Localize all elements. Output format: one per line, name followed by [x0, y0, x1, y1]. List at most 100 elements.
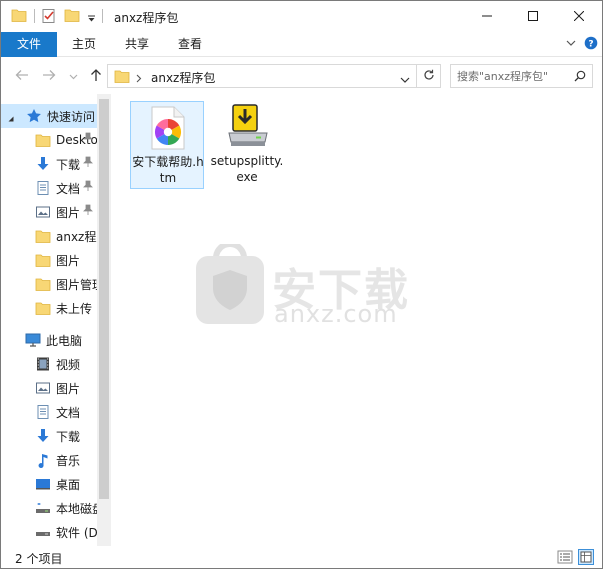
arrow-left-icon [15, 69, 29, 84]
file-item[interactable]: 安下载帮助.htm [130, 101, 204, 189]
desktop-icon [35, 476, 51, 492]
address-bar[interactable]: anxz程序包 [107, 64, 417, 88]
nav-software-d[interactable]: 软件 (D:) [1, 520, 97, 544]
divider [34, 9, 35, 23]
tab-share[interactable]: 共享 [114, 32, 160, 57]
nav-desktop[interactable]: 桌面 [1, 472, 97, 496]
search-box[interactable] [450, 64, 593, 88]
nav-this-pc[interactable]: 此电脑 [1, 328, 97, 352]
folder-icon [35, 132, 51, 148]
file-list[interactable]: 安下载帮助.htm setupsplitty.exe 安下载 anxz.com [111, 94, 602, 546]
details-view-icon[interactable] [557, 549, 573, 565]
ribbon-tabs: 文件 主页 共享 查看 ? [1, 32, 602, 57]
minimize-icon [482, 10, 492, 24]
arrow-right-icon [42, 69, 56, 84]
nav-label: 图片管理 [56, 277, 97, 292]
file-name: 安下载帮助.htm [132, 155, 204, 185]
installer-icon [227, 103, 269, 152]
nav-pictures-folder[interactable]: 图片 [1, 248, 97, 272]
arrow-up-icon [90, 68, 102, 85]
document-icon [35, 180, 51, 196]
pin-icon [83, 132, 93, 147]
nav-label: 视频 [56, 357, 81, 372]
nav-label: 音乐 [56, 453, 81, 468]
tab-file[interactable]: 文件 [1, 32, 57, 57]
title-bar: anxz程序包 [1, 1, 602, 32]
nav-not-uploaded-folder[interactable]: 未上传 [1, 296, 97, 320]
divider [102, 9, 103, 23]
nav-label: 图片 [56, 253, 81, 268]
nav-documents-pinned[interactable]: 文档 [1, 176, 97, 200]
close-button[interactable] [556, 1, 602, 32]
search-icon [574, 70, 586, 85]
breadcrumb-separator-icon[interactable] [136, 72, 142, 86]
pin-icon [83, 156, 93, 171]
nav-downloads[interactable]: 下载 [1, 424, 97, 448]
picture-icon [35, 380, 51, 396]
file-item[interactable]: setupsplitty.exe [210, 101, 284, 189]
nav-pictures[interactable]: 图片 [1, 376, 97, 400]
explorer-window: anxz程序包 文件 主页 共享 查看 ? anxz程序包 搜索"anxz程序包… [0, 0, 603, 569]
drive-icon [35, 500, 51, 516]
up-button[interactable] [87, 67, 105, 85]
nav-label: 此电脑 [46, 333, 83, 348]
forward-button[interactable] [40, 67, 58, 85]
nav-label: 快速访问 [47, 109, 96, 124]
back-button[interactable] [13, 67, 31, 85]
star-icon [26, 108, 42, 124]
nav-label: 下载 [56, 157, 81, 172]
nav-picture-manage-folder[interactable]: 图片管理 [1, 272, 97, 296]
nav-documents[interactable]: 文档 [1, 400, 97, 424]
tab-home[interactable]: 主页 [61, 32, 107, 57]
download-icon [35, 156, 51, 172]
help-icon[interactable]: ? [584, 36, 598, 53]
nav-scrollbar-thumb[interactable] [99, 99, 109, 499]
drive-icon [35, 524, 51, 540]
recent-locations-button[interactable] [64, 67, 82, 85]
navigation-pane: 快速访问 Desktop 下载 文档 图片 anxz程序包 图片 [1, 94, 111, 546]
customize-toolbar-icon[interactable] [87, 12, 96, 26]
breadcrumb-current[interactable]: anxz程序包 [151, 69, 215, 86]
nav-label: 下载 [56, 429, 81, 444]
maximize-icon [528, 10, 538, 24]
folder-icon [35, 300, 51, 316]
nav-pictures-pinned[interactable]: 图片 [1, 200, 97, 224]
nav-local-disk-c[interactable]: 本地磁盘 (C:) [1, 496, 97, 520]
folder-icon [114, 69, 130, 86]
expand-ribbon-icon[interactable] [565, 37, 577, 52]
nav-label: 文档 [56, 405, 81, 420]
watermark: 安下载 anxz.com [194, 241, 409, 328]
pin-icon [83, 180, 93, 195]
large-icons-view-icon[interactable] [578, 549, 594, 565]
nav-anxz-folder[interactable]: anxz程序包 [1, 224, 97, 248]
chevron-down-small-icon[interactable] [7, 112, 15, 126]
address-row: anxz程序包 [1, 58, 602, 94]
picture-icon [35, 204, 51, 220]
pin-icon [83, 204, 93, 219]
folder-icon [11, 8, 27, 25]
file-name: setupsplitty.exe [210, 154, 284, 184]
nav-videos[interactable]: 视频 [1, 352, 97, 376]
nav-label: 图片 [56, 381, 81, 396]
nav-desktop-pinned[interactable]: Desktop [1, 128, 97, 152]
chevron-down-icon [69, 69, 78, 83]
properties-icon[interactable] [41, 8, 57, 27]
new-folder-icon[interactable] [64, 8, 80, 25]
tab-view[interactable]: 查看 [167, 32, 213, 57]
svg-text:?: ? [588, 40, 593, 50]
nav-quick-access[interactable]: 快速访问 [1, 104, 97, 128]
watermark-domain: anxz.com [274, 300, 398, 328]
search-input[interactable] [457, 68, 569, 84]
maximize-button[interactable] [510, 1, 556, 32]
nav-music[interactable]: 音乐 [1, 448, 97, 472]
minimize-button[interactable] [464, 1, 510, 32]
folder-icon [35, 252, 51, 268]
nav-downloads-pinned[interactable]: 下载 [1, 152, 97, 176]
refresh-button[interactable] [417, 64, 441, 88]
refresh-icon [423, 69, 435, 84]
address-dropdown-icon[interactable] [400, 73, 410, 87]
item-count: 2 个项目 [15, 552, 63, 566]
folder-icon [35, 228, 51, 244]
nav-label: 软件 (D:) [56, 525, 97, 540]
document-icon [35, 404, 51, 420]
